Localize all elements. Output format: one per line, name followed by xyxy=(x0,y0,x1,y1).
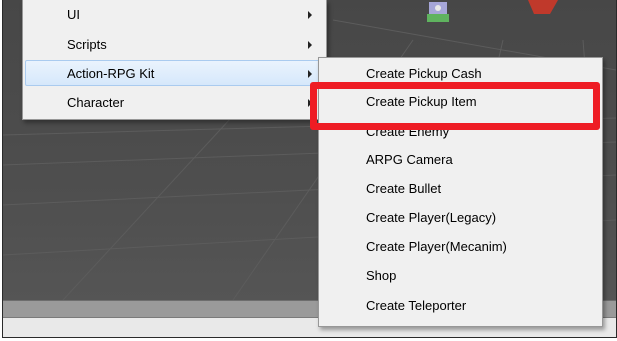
context-menu: UI Scripts Action-RPG Kit Character xyxy=(22,0,327,120)
submenu-item-label: Create Teleporter xyxy=(366,298,467,313)
submenu-item-create-teleporter[interactable]: Create Teleporter xyxy=(321,293,600,319)
chevron-right-icon xyxy=(308,99,312,107)
submenu-item-label: ARPG Camera xyxy=(366,152,453,167)
menu-item-label: UI xyxy=(67,7,80,22)
menu-item-label: Scripts xyxy=(67,37,107,52)
chevron-right-icon xyxy=(308,41,312,49)
submenu-item-create-player-mecanim[interactable]: Create Player(Mecanim) xyxy=(321,234,600,260)
menu-item-ui[interactable]: UI xyxy=(25,2,324,28)
menu-item-label: Character xyxy=(67,95,125,110)
submenu-item-create-pickup-item[interactable]: Create Pickup Item xyxy=(321,89,600,115)
submenu-item-label: Create Pickup Item xyxy=(366,94,477,109)
menu-item-label: Action-RPG Kit xyxy=(67,66,155,81)
submenu-action-rpg-kit: Create Pickup Cash Create Pickup Item Cr… xyxy=(318,57,603,327)
submenu-item-create-bullet[interactable]: Create Bullet xyxy=(321,176,600,202)
submenu-item-label: Create Bullet xyxy=(366,181,442,196)
submenu-item-create-player-legacy[interactable]: Create Player(Legacy) xyxy=(321,205,600,231)
chevron-right-icon xyxy=(308,11,312,19)
scene-gizmo-icon[interactable] xyxy=(423,0,455,28)
scene-object-icon xyxy=(528,0,558,14)
menu-item-character[interactable]: Character xyxy=(25,90,324,116)
submenu-item-label: Create Player(Mecanim) xyxy=(366,239,507,254)
chevron-right-icon xyxy=(308,70,312,78)
submenu-item-shop[interactable]: Shop xyxy=(321,263,600,289)
submenu-item-label: Create Pickup Cash xyxy=(366,66,482,81)
submenu-item-arpg-camera[interactable]: ARPG Camera xyxy=(321,147,600,173)
menu-item-action-rpg-kit[interactable]: Action-RPG Kit xyxy=(25,60,324,86)
submenu-item-label: Create Enemy xyxy=(366,124,450,139)
submenu-item-label: Create Player(Legacy) xyxy=(366,210,497,225)
menu-item-scripts[interactable]: Scripts xyxy=(25,32,324,58)
submenu-item-create-pickup-cash[interactable]: Create Pickup Cash xyxy=(321,61,600,87)
submenu-item-create-enemy[interactable]: Create Enemy xyxy=(321,119,600,145)
submenu-item-label: Shop xyxy=(366,268,397,283)
